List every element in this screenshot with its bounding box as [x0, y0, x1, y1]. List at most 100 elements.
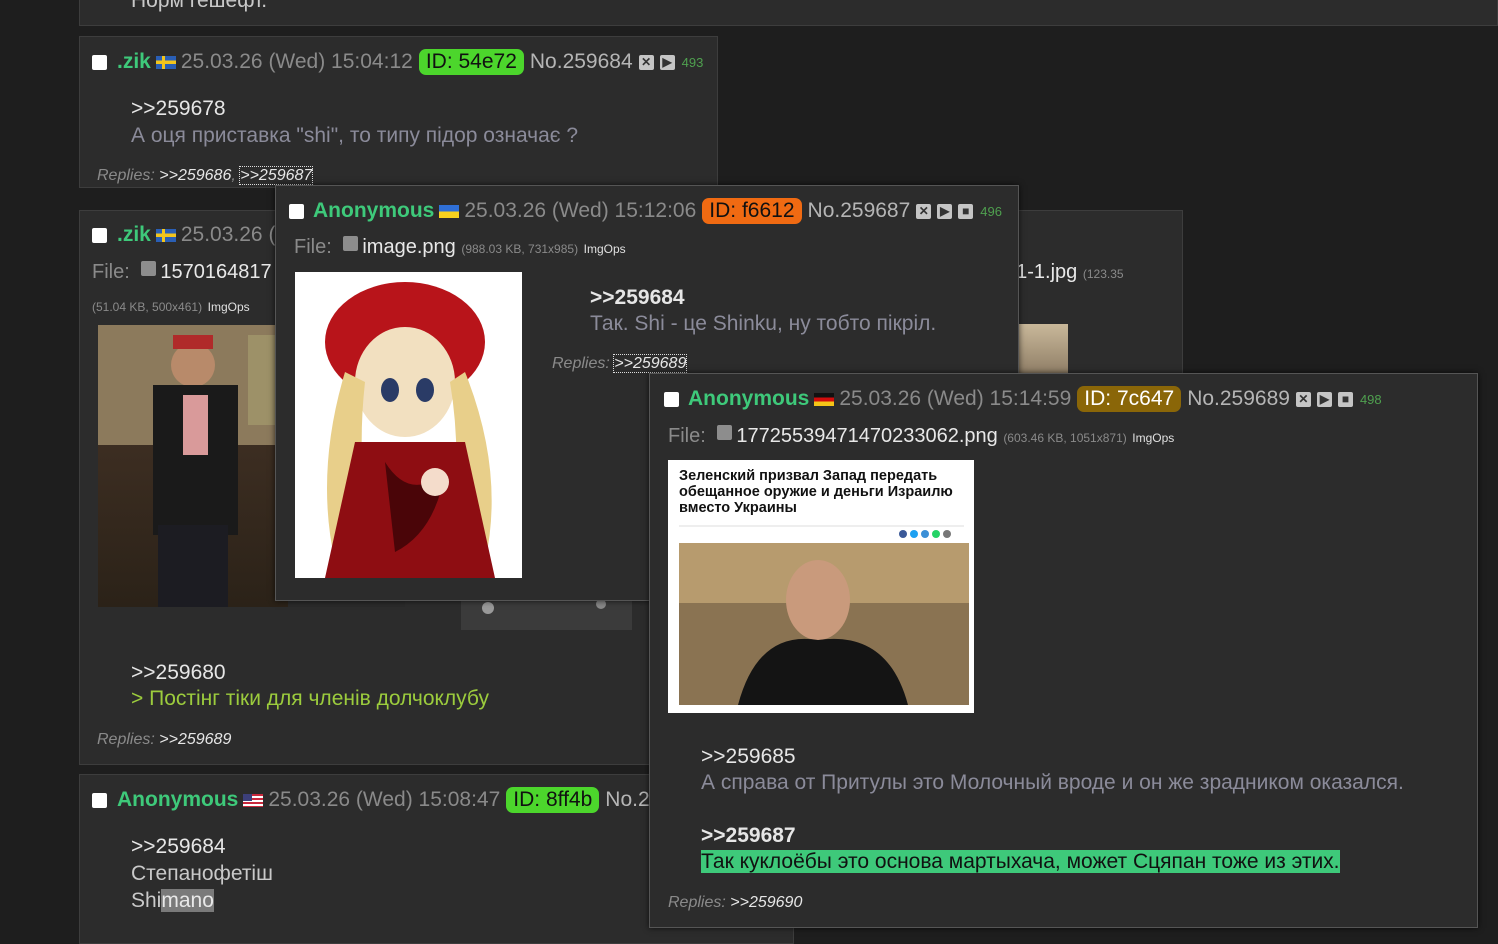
file-info: File: image.png (988.03 KB, 731x985) Img… [294, 236, 626, 259]
replies-list: Replies: >>259690 [668, 894, 802, 912]
post-date: 25.03.26 (Wed) 15:14:59 [839, 387, 1072, 410]
post-header: Anonymous 25.03.26 (Wed) 15:14:59 ID: 7c… [664, 386, 1382, 412]
thumbnail-image [679, 525, 969, 705]
file-info: File: 1570164817 [92, 261, 272, 284]
file-meta-row: (51.04 KB, 500x461) ImgOps [92, 294, 250, 317]
post-count: 496 [980, 203, 1002, 219]
post-thumbnail[interactable] [295, 272, 522, 578]
hide-post-icon[interactable]: ✕ [1295, 391, 1311, 407]
post-number[interactable]: No.259687 [808, 199, 911, 223]
imgops-link[interactable]: ImgOps [584, 242, 626, 256]
post-text: А оця приставка "shi", то типу підор озн… [131, 124, 579, 147]
file-label: File: [668, 425, 706, 447]
post-text: Так. Shi - це Shinku, ну тобто пікріл. [590, 312, 937, 335]
poster-id-badge[interactable]: ID: 8ff4b [506, 787, 600, 813]
post-date: 25.03.26 ( [180, 223, 276, 246]
post-number[interactable]: No.2 [605, 788, 649, 812]
file-name-link[interactable]: 17725539471470233062.png [736, 425, 997, 447]
file-info-2: 91-1.jpg (123.35 [1005, 261, 1124, 284]
poster-name: Anonymous [117, 788, 239, 811]
file-info: File: 17725539471470233062.png (603.46 K… [668, 425, 1174, 448]
post-checkbox[interactable] [664, 391, 679, 407]
post-checkbox[interactable] [289, 203, 304, 219]
stop-icon[interactable]: ■ [958, 203, 974, 219]
flag-se-icon [155, 228, 176, 242]
hide-post-icon[interactable]: ✕ [916, 203, 932, 219]
replies-label: Replies: [97, 167, 155, 184]
reply-backlink[interactable]: >>259689 [159, 731, 231, 748]
reply-backlink[interactable]: >>259687 [239, 166, 314, 185]
post-text-line: Shimano [131, 889, 214, 913]
reply-link[interactable]: >>259678 [131, 97, 226, 121]
spoiler-text[interactable]: mano [161, 889, 214, 912]
post-thumbnail-2[interactable] [461, 596, 632, 630]
post-header: Anonymous 25.03.26 (Wed) 15:12:06 ID: f6… [289, 198, 1002, 224]
poster-name: Anonymous [688, 387, 810, 410]
flag-ua-icon [439, 204, 460, 218]
file-name-link[interactable]: 1570164817 [160, 261, 271, 283]
post-text: Норм гешефт. [131, 0, 268, 12]
reply-link[interactable]: >>259685 [701, 745, 796, 769]
popup-post-259689: Anonymous 25.03.26 (Wed) 15:14:59 ID: 7c… [649, 373, 1478, 928]
post-checkbox[interactable] [92, 54, 107, 70]
reply-link[interactable]: >>259684 [131, 835, 226, 859]
file-name-link[interactable]: image.png [362, 236, 455, 258]
replies-list: Replies: >>259686, >>259687 [97, 166, 314, 185]
magnifier-icon[interactable] [717, 425, 733, 440]
post-date: 25.03.26 (Wed) 15:12:06 [464, 199, 697, 222]
replies-label: Replies: [97, 731, 155, 748]
file-meta: (603.46 KB, 1051x871) [1003, 431, 1127, 445]
poster-name: Anonymous [313, 199, 435, 222]
flag-us-icon [243, 793, 264, 807]
post-text: А справа от Притулы это Молочный вроде и… [701, 771, 1404, 794]
replies-list: Replies: >>259689 [552, 354, 688, 373]
flag-de-icon [814, 392, 835, 406]
replies-label: Replies: [552, 355, 610, 372]
quote-text: > Постінг тіки для членів долчоклубу [131, 687, 489, 710]
post-count: 498 [1359, 391, 1382, 407]
replies-list: Replies: >>259689 [97, 731, 231, 749]
reply-link[interactable]: >>259687 [701, 824, 796, 848]
post-date: 25.03.26 (Wed) 15:04:12 [180, 50, 413, 73]
thumbnail-image [482, 599, 606, 614]
poster-id-badge[interactable]: ID: f6612 [702, 198, 802, 224]
post-thumbnail-3[interactable] [1018, 324, 1068, 374]
post-checkbox[interactable] [92, 227, 107, 243]
poster-id-badge[interactable]: ID: 54e72 [418, 49, 524, 75]
post-thumbnail[interactable]: Зеленский призвал Запад передать обещанн… [668, 460, 974, 713]
post-number[interactable]: No.259689 [1187, 387, 1290, 411]
play-icon[interactable]: ▶ [1316, 391, 1332, 407]
flag-se-icon [155, 55, 176, 69]
magnifier-icon[interactable] [141, 261, 157, 276]
file-meta: (988.03 KB, 731x985) [461, 242, 579, 256]
post-number[interactable]: No.259684 [530, 50, 633, 74]
play-icon[interactable]: ▶ [937, 203, 953, 219]
reply-backlink[interactable]: >>259690 [730, 894, 802, 911]
magnifier-icon[interactable] [343, 236, 359, 251]
reply-link[interactable]: >>259680 [131, 661, 226, 685]
post-text: Степанофетіш [131, 862, 273, 885]
hide-post-icon[interactable]: ✕ [638, 54, 654, 70]
replies-label: Replies: [668, 894, 726, 911]
poster-name: .zik [117, 223, 151, 246]
file-label: File: [294, 236, 332, 258]
poster-id-badge[interactable]: ID: 7c647 [1077, 386, 1182, 412]
post-count: 493 [681, 54, 704, 70]
imgops-link[interactable]: ImgOps [1132, 431, 1174, 445]
post-header: Anonymous 25.03.26 (Wed) 15:08:47 ID: 8f… [92, 787, 650, 813]
file-meta: (123.35 [1082, 267, 1124, 281]
highlighted-text: Так куклоёбы это основа мартыхача, может… [701, 850, 1340, 873]
stop-icon[interactable]: ■ [1337, 391, 1353, 407]
imgops-link[interactable]: ImgOps [208, 300, 250, 314]
post-header: .zik 25.03.26 (Wed) 15:04:12 ID: 54e72 N… [92, 49, 703, 75]
post-header: .zik 25.03.26 ( [92, 223, 275, 247]
reply-backlink[interactable]: >>259686 [159, 167, 231, 184]
reply-backlink[interactable]: >>259689 [613, 354, 688, 373]
poster-name: .zik [117, 50, 151, 73]
post-checkbox[interactable] [92, 792, 107, 808]
post-259684: .zik 25.03.26 (Wed) 15:04:12 ID: 54e72 N… [79, 36, 718, 188]
reply-link[interactable]: >>259684 [590, 286, 685, 310]
file-label: File: [92, 261, 130, 283]
play-icon[interactable]: ▶ [659, 54, 675, 70]
text-plain: Shi [131, 889, 162, 912]
